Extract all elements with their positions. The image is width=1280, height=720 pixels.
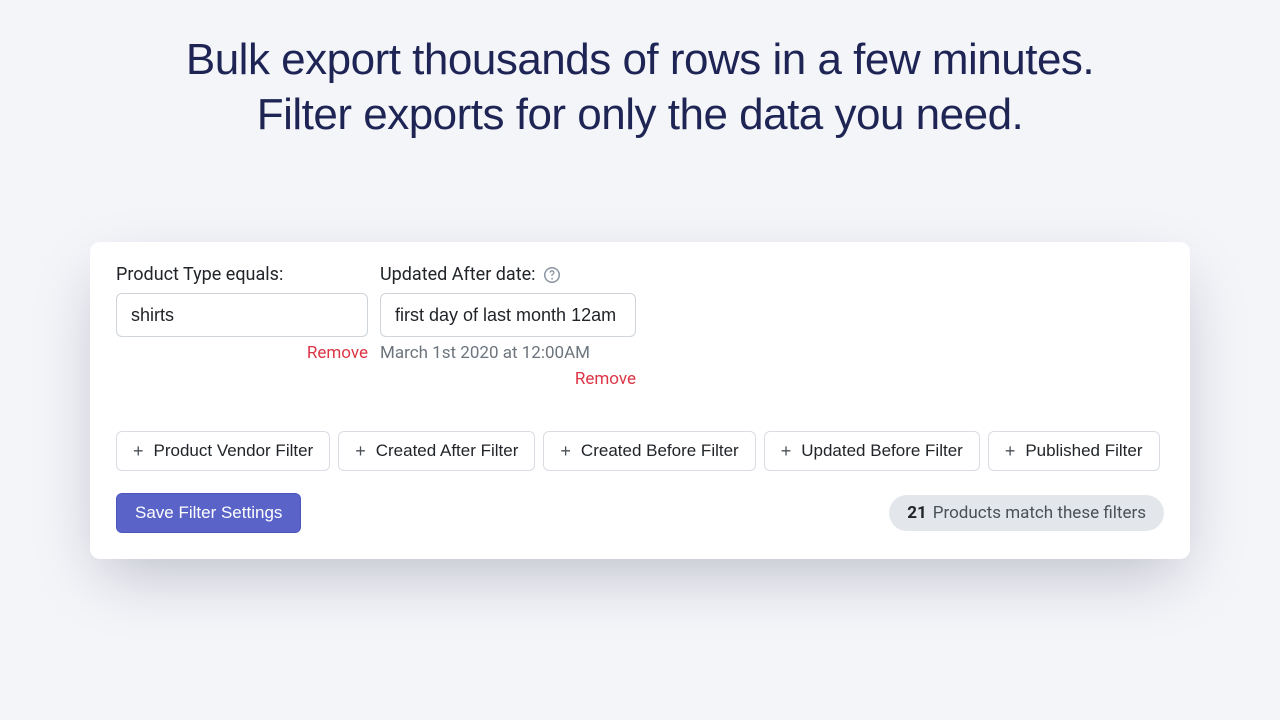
updated-after-remove-link[interactable]: Remove — [575, 369, 636, 389]
save-filter-settings-button[interactable]: Save Filter Settings — [116, 493, 301, 533]
updated-after-filter: Updated After date: March 1st 2020 at 12… — [380, 264, 636, 389]
add-updated-before-filter-button[interactable]: + Updated Before Filter — [764, 431, 980, 471]
match-count-text: Products match these filters — [933, 503, 1146, 523]
match-count-number: 21 — [907, 503, 927, 523]
updated-after-input[interactable] — [380, 293, 636, 337]
button-label: Created After Filter — [376, 441, 519, 461]
button-label: Published Filter — [1025, 441, 1142, 461]
add-created-before-filter-button[interactable]: + Created Before Filter — [543, 431, 755, 471]
plus-icon: + — [133, 442, 144, 460]
product-type-remove-link[interactable]: Remove — [307, 343, 368, 363]
hero-line-2: Filter exports for only the data you nee… — [257, 90, 1024, 139]
product-type-label: Product Type equals: — [116, 264, 368, 285]
help-icon[interactable] — [544, 267, 560, 283]
updated-after-label-text: Updated After date: — [380, 264, 536, 285]
button-label: Product Vendor Filter — [154, 441, 314, 461]
plus-icon: + — [560, 442, 571, 460]
add-created-after-filter-button[interactable]: + Created After Filter — [338, 431, 535, 471]
button-label: Updated Before Filter — [801, 441, 963, 461]
active-filters-row: Product Type equals: Remove Updated Afte… — [116, 264, 1164, 389]
add-product-vendor-filter-button[interactable]: + Product Vendor Filter — [116, 431, 330, 471]
updated-after-label: Updated After date: — [380, 264, 636, 285]
plus-icon: + — [1005, 442, 1016, 460]
plus-icon: + — [355, 442, 366, 460]
button-label: Created Before Filter — [581, 441, 739, 461]
plus-icon: + — [781, 442, 792, 460]
hero-line-1: Bulk export thousands of rows in a few m… — [186, 35, 1094, 84]
filter-card: Product Type equals: Remove Updated Afte… — [90, 242, 1190, 559]
product-type-input[interactable] — [116, 293, 368, 337]
match-count-pill: 21 Products match these filters — [889, 495, 1164, 531]
product-type-filter: Product Type equals: Remove — [116, 264, 368, 389]
add-published-filter-button[interactable]: + Published Filter — [988, 431, 1160, 471]
add-filter-buttons-row: + Product Vendor Filter + Created After … — [116, 431, 1164, 471]
card-footer: Save Filter Settings 21 Products match t… — [116, 493, 1164, 533]
hero: Bulk export thousands of rows in a few m… — [0, 0, 1280, 142]
updated-after-resolved-date: March 1st 2020 at 12:00AM — [380, 343, 636, 363]
hero-heading: Bulk export thousands of rows in a few m… — [0, 32, 1280, 142]
